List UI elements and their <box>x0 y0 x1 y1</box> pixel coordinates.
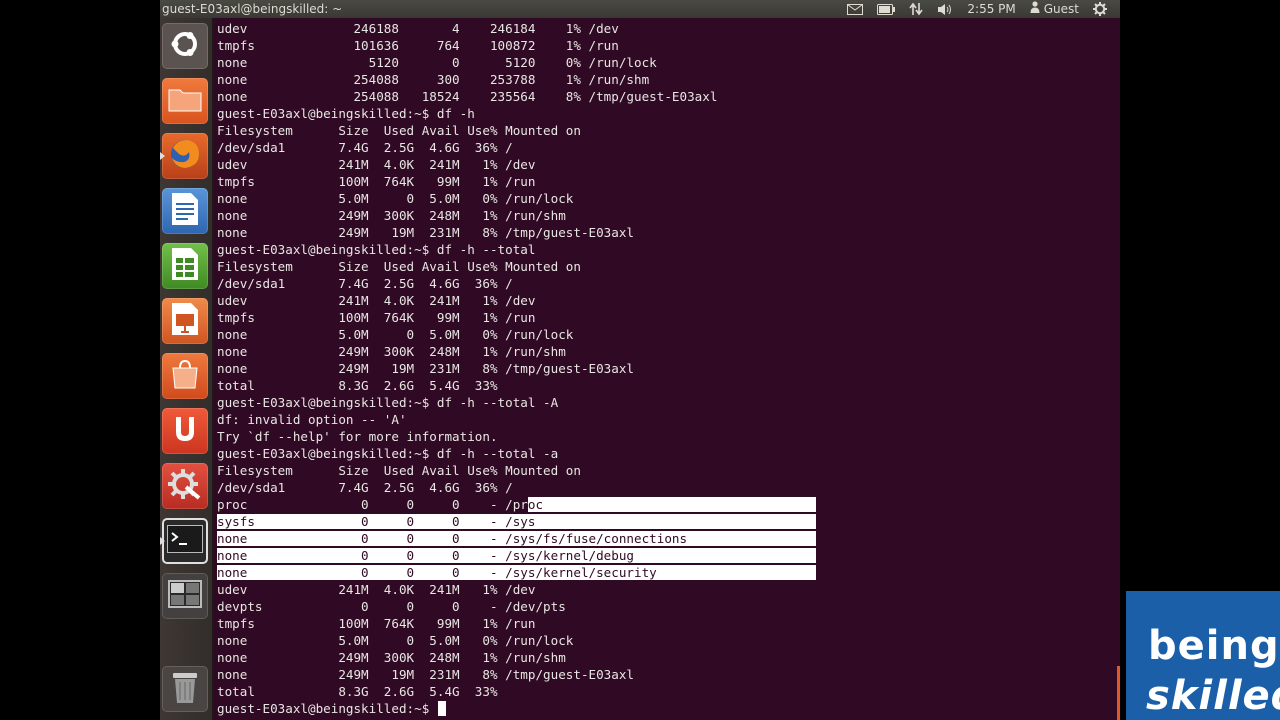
shopping-bag-icon <box>169 358 201 394</box>
terminal-line: tmpfs 100M 764K 99M 1% /run <box>217 616 536 631</box>
ubuntu-logo-icon <box>169 28 201 64</box>
terminal-line: devpts 0 0 0 - /dev/pts <box>217 599 566 614</box>
terminal-line: none 249M 300K 248M 1% /run/shm <box>217 208 566 223</box>
terminal-window[interactable]: udev 246188 4 246184 1% /dev tmpfs 101636… <box>213 18 1120 720</box>
launcher-workspace-switcher[interactable] <box>162 573 208 619</box>
terminal-line: Filesystem Size Used Avail Use% Mounted … <box>217 463 581 478</box>
terminal-line: sysfs 0 0 0 - /sys <box>217 514 816 529</box>
terminal-line: total 8.3G 2.6G 5.4G 33% <box>217 378 498 393</box>
terminal-line: guest-E03axl@beingskilled:~$ <box>217 700 816 717</box>
terminal-line: none 5.0M 0 5.0M 0% /run/lock <box>217 327 574 342</box>
terminal-line: udev 241M 4.0K 241M 1% /dev <box>217 582 536 597</box>
launcher-writer[interactable] <box>162 188 208 234</box>
top-panel: guest-E03axl@beingskilled: ~ 2:55 PM Gue… <box>160 0 1120 18</box>
scrollbar[interactable] <box>1117 666 1120 720</box>
battery-icon[interactable] <box>870 0 902 18</box>
terminal-line: none 249M 19M 231M 8% /tmp/guest-E03axl <box>217 225 635 240</box>
firefox-icon <box>167 136 203 176</box>
ubuntu-one-icon <box>170 414 200 448</box>
folder-icon <box>168 86 202 116</box>
terminal-line: tmpfs 100M 764K 99M 1% /run <box>217 174 536 189</box>
logo-line-1: being <box>1148 623 1280 669</box>
impress-icon <box>171 302 199 340</box>
terminal-line: none 0 0 0 - /sys/kernel/security <box>217 565 816 580</box>
launcher-ubuntu-one[interactable] <box>162 408 208 454</box>
terminal-line: guest-E03axl@beingskilled:~$ df -h --tot… <box>217 446 559 461</box>
launcher-system-settings[interactable] <box>162 463 208 509</box>
terminal-line: df: invalid option -- 'A' <box>217 412 407 427</box>
launcher-calc[interactable] <box>162 243 208 289</box>
gear-icon[interactable] <box>1086 0 1114 18</box>
terminal-output[interactable]: udev 246188 4 246184 1% /dev tmpfs 101636… <box>217 20 816 717</box>
terminal-line: none 5.0M 0 5.0M 0% /run/lock <box>217 191 574 206</box>
terminal-line: guest-E03axl@beingskilled:~$ df -h --tot… <box>217 242 536 257</box>
terminal-line: guest-E03axl@beingskilled:~$ df -h <box>217 106 475 121</box>
user-icon <box>1030 0 1040 18</box>
terminal-line: /dev/sda1 7.4G 2.5G 4.6G 36% / <box>217 480 513 495</box>
launcher-firefox[interactable] <box>160 133 208 179</box>
terminal-line: none 254088 18524 235564 8% /tmp/guest-E… <box>217 89 718 104</box>
terminal-line: none 249M 19M 231M 8% /tmp/guest-E03axl <box>217 667 635 682</box>
terminal-line: Filesystem Size Used Avail Use% Mounted … <box>217 259 581 274</box>
calc-icon <box>171 247 199 285</box>
mail-icon[interactable] <box>840 0 870 18</box>
terminal-line: udev 241M 4.0K 241M 1% /dev <box>217 157 536 172</box>
terminal-line: none 249M 300K 248M 1% /run/shm <box>217 344 566 359</box>
workspace-icon <box>168 580 202 612</box>
volume-icon[interactable] <box>930 0 960 18</box>
window-title: guest-E03axl@beingskilled: ~ <box>162 2 343 16</box>
terminal-line: udev 246188 4 246184 1% /dev <box>217 21 619 36</box>
terminal-line: none 0 0 0 - /sys/kernel/debug <box>217 548 816 563</box>
terminal-line: none 249M 19M 231M 8% /tmp/guest-E03axl <box>217 361 635 376</box>
terminal-line: none 249M 300K 248M 1% /run/shm <box>217 650 566 665</box>
terminal-line: guest-E03axl@beingskilled:~$ df -h --tot… <box>217 395 559 410</box>
launcher-software-center[interactable] <box>162 353 208 399</box>
launcher-impress[interactable] <box>162 298 208 344</box>
terminal-line: proc 0 0 0 - /proc <box>217 497 816 512</box>
terminal-line: none 0 0 0 - /sys/fs/fuse/connections <box>217 531 816 546</box>
launcher-dash-home[interactable] <box>162 23 208 69</box>
terminal-line: Try `df --help' for more information. <box>217 429 498 444</box>
writer-icon <box>171 192 199 230</box>
terminal-line: tmpfs 101636 764 100872 1% /run <box>217 38 619 53</box>
clock[interactable]: 2:55 PM <box>960 0 1022 18</box>
logo-line-2: skilled <box>1146 673 1280 719</box>
launcher-terminal[interactable] <box>160 518 208 564</box>
terminal-line: /dev/sda1 7.4G 2.5G 4.6G 36% / <box>217 140 513 155</box>
indicator-area: 2:55 PM Guest <box>840 0 1114 18</box>
beingskilled-logo: being skilled <box>1126 591 1280 720</box>
terminal-line: none 254088 300 253788 1% /run/shm <box>217 72 650 87</box>
terminal-icon <box>167 525 203 557</box>
launcher <box>160 18 213 720</box>
terminal-line: none 5.0M 0 5.0M 0% /run/lock <box>217 633 574 648</box>
user-name: Guest <box>1043 2 1079 16</box>
launcher-trash[interactable] <box>162 666 208 712</box>
terminal-line: /dev/sda1 7.4G 2.5G 4.6G 36% / <box>217 276 513 291</box>
user-menu[interactable]: Guest <box>1023 0 1086 18</box>
trash-icon <box>171 670 199 708</box>
terminal-line: total 8.3G 2.6G 5.4G 33% <box>217 684 498 699</box>
settings-icon <box>168 467 202 505</box>
terminal-line: tmpfs 100M 764K 99M 1% /run <box>217 310 536 325</box>
terminal-line: Filesystem Size Used Avail Use% Mounted … <box>217 123 581 138</box>
network-icon[interactable] <box>902 0 930 18</box>
text-cursor <box>437 701 446 716</box>
terminal-line: none 5120 0 5120 0% /run/lock <box>217 55 657 70</box>
terminal-line: udev 241M 4.0K 241M 1% /dev <box>217 293 536 308</box>
launcher-files[interactable] <box>162 78 208 124</box>
